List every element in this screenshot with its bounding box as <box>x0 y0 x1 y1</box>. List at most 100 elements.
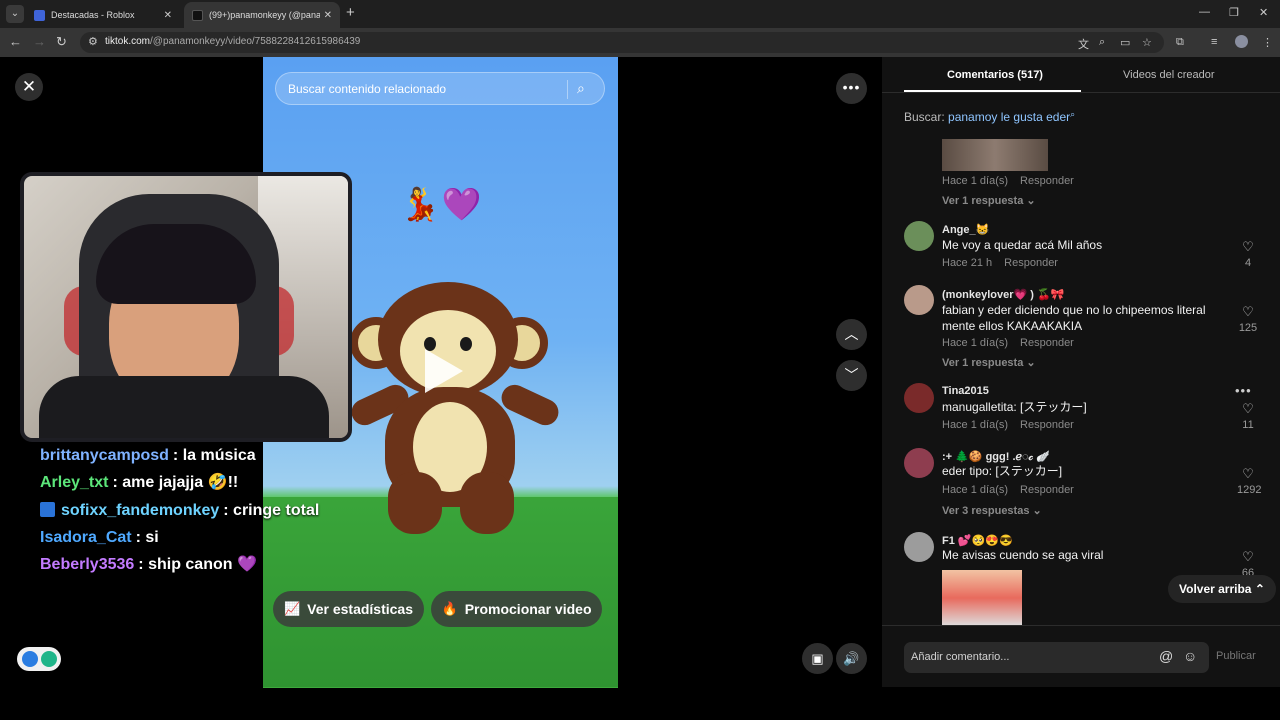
roblox-favicon-icon <box>34 9 45 21</box>
commenter-avatar[interactable] <box>904 221 934 251</box>
like-button[interactable]: ♡ 11 <box>1237 401 1259 431</box>
view-replies-link[interactable]: Ver 1 respuesta ⌄ <box>942 194 1036 207</box>
related-search-placeholder: Buscar contenido relacionado <box>288 82 447 96</box>
comment-gif-thumbnail[interactable] <box>942 570 1022 626</box>
reply-link[interactable]: Responder <box>1020 419 1074 431</box>
search-small-icon: ⌕ <box>1070 109 1076 119</box>
comment-more-icon[interactable]: ••• <box>1235 383 1252 398</box>
more-options-icon[interactable]: ••• <box>836 73 867 104</box>
mention-at-icon[interactable]: @ <box>1159 648 1173 664</box>
commenter-name[interactable]: (monkeylover💗 ) 🍒🎀 <box>942 288 1064 301</box>
reply-link[interactable]: Responder <box>1004 257 1058 269</box>
divider <box>882 625 1280 626</box>
extension-power-icon[interactable] <box>41 651 57 667</box>
video-emoji-overlay: 💃💜 <box>400 186 484 222</box>
reply-link[interactable]: Responder <box>1020 484 1074 496</box>
chat-text: : ship canon 💜 <box>138 556 257 573</box>
tab-title: (99+)panamonkeyy (@panamonkeyy) <box>209 10 320 20</box>
like-button[interactable]: ♡ 66 <box>1237 549 1259 575</box>
commenter-name[interactable]: Tina2015 <box>942 385 989 397</box>
view-stats-button[interactable]: 📈 Ver estadísticas <box>273 591 424 627</box>
heart-icon: ♡ <box>1242 549 1254 564</box>
search-icon[interactable]: ⌕ <box>577 80 585 97</box>
close-video-icon[interactable]: ✕ <box>15 73 43 101</box>
webcam-person-shirt <box>39 376 329 438</box>
zoom-icon[interactable]: ⌕ <box>1099 36 1105 49</box>
chat-message: Isadora_Cat: si <box>40 524 330 551</box>
reply-link[interactable]: Responder <box>1020 175 1074 187</box>
like-button[interactable]: ♡ 4 <box>1237 239 1259 269</box>
comment-input[interactable]: Añadir comentario... @ ☺ <box>904 642 1209 673</box>
browser-tab-roblox[interactable]: Destacadas - Roblox ✕ <box>26 2 180 28</box>
commenter-avatar[interactable] <box>904 383 934 413</box>
play-icon[interactable] <box>425 349 463 393</box>
extension-play-icon[interactable] <box>22 651 38 667</box>
chat-username: Isadora_Cat <box>40 529 132 546</box>
like-button[interactable]: ♡ 1292 <box>1237 466 1261 496</box>
address-bar[interactable]: ⚙ tiktok.com/@panamonkeyy/video/75882284… <box>80 32 1164 53</box>
browser-menu-icon[interactable]: ⋮ <box>1262 36 1273 49</box>
extension-widget[interactable] <box>17 647 61 671</box>
browser-tab-tiktok[interactable]: (99+)panamonkeyy (@panamonkeyy) ✕ <box>184 2 340 28</box>
comment-time: Hace 1 día(s) <box>942 337 1009 349</box>
publish-button[interactable]: Publicar <box>1216 650 1256 662</box>
tab-creator-videos[interactable]: Videos del creador <box>1123 69 1215 81</box>
comment-search-suggestion[interactable]: Buscar: panamoy le gusta eder⌕ <box>904 109 1075 124</box>
commenter-name[interactable]: F1 💕🥺😍😎 <box>942 534 1013 547</box>
like-count: 125 <box>1238 322 1258 334</box>
commenter-avatar[interactable] <box>904 448 934 478</box>
extensions-puzzle-icon[interactable]: ⧉ <box>1176 36 1184 49</box>
site-info-icon[interactable]: ⚙ <box>88 35 98 48</box>
heart-icon: ♡ <box>1242 239 1254 254</box>
commenter-avatar[interactable] <box>904 285 934 315</box>
media-control-icon[interactable]: ≡ <box>1211 36 1217 48</box>
tab-comments[interactable]: Comentarios (517) <box>947 69 1043 81</box>
back-to-top-button[interactable]: Volver arriba ⌃ <box>1168 575 1276 603</box>
profile-avatar-icon[interactable] <box>1235 35 1248 48</box>
chat-username: Beberly3536 <box>40 556 135 573</box>
heart-icon: ♡ <box>1242 466 1254 481</box>
next-video-chevron-down-icon[interactable]: ﹀ <box>836 360 867 391</box>
commenter-avatar[interactable] <box>904 532 934 562</box>
comment-time: Hace 1 día(s) <box>942 484 1009 496</box>
comment-input-placeholder: Añadir comentario... <box>911 651 1010 663</box>
emoji-icon[interactable]: ☺ <box>1183 648 1197 664</box>
translate-icon[interactable]: 文 <box>1078 36 1089 52</box>
comment-text: Me avisas cuendo se aga viral <box>942 548 1104 562</box>
reload-icon[interactable]: ↻ <box>56 34 67 50</box>
search-term-link[interactable]: panamoy le gusta eder <box>948 110 1070 124</box>
tiktok-favicon-icon <box>192 9 203 21</box>
install-app-icon[interactable]: ▭ <box>1120 36 1130 49</box>
floating-player-icon[interactable]: ▣ <box>802 643 833 674</box>
view-replies-link[interactable]: Ver 1 respuesta ⌄ <box>942 356 1036 369</box>
related-search-box[interactable]: Buscar contenido relacionado ⌕ <box>275 72 605 105</box>
close-tab-icon[interactable]: ✕ <box>164 10 172 21</box>
chat-text: : cringe total <box>223 502 320 519</box>
like-count: 4 <box>1244 257 1252 269</box>
tab-list-chevron-icon[interactable]: ⌄ <box>6 5 24 23</box>
commenter-name[interactable]: :+ 🌲🍪 ggg! .ℯ◌𝒸 🪽 <box>942 450 1050 464</box>
close-tab-icon[interactable]: ✕ <box>324 10 332 21</box>
bookmark-star-icon[interactable]: ☆ <box>1142 36 1152 49</box>
back-arrow-icon[interactable]: ← <box>9 34 22 49</box>
like-button[interactable]: ♡ 125 <box>1237 304 1259 334</box>
forward-arrow-icon[interactable]: → <box>33 34 46 49</box>
new-tab-plus-icon[interactable]: + <box>346 5 355 21</box>
comment-image-thumbnail[interactable] <box>942 139 1048 171</box>
volume-icon[interactable]: 🔊 <box>836 643 867 674</box>
previous-video-chevron-up-icon[interactable]: ︿ <box>836 319 867 350</box>
reply-link[interactable]: Responder <box>1020 337 1074 349</box>
chat-text: : si <box>135 529 159 546</box>
double-chevron-up-icon: ⌃ <box>1254 582 1265 596</box>
minimize-icon[interactable]: — <box>1199 6 1210 18</box>
monkey-leg <box>460 472 514 534</box>
restore-icon[interactable]: ❐ <box>1229 6 1239 19</box>
tab-title: Destacadas - Roblox <box>51 10 135 20</box>
comment-time: Hace 1 día(s) <box>942 419 1009 431</box>
close-window-icon[interactable]: ✕ <box>1259 6 1268 19</box>
view-replies-link[interactable]: Ver 3 respuestas ⌄ <box>942 504 1042 517</box>
promote-video-button[interactable]: 🔥 Promocionar video <box>431 591 602 627</box>
chat-message: Arley_txt: ame jajajja 🤣!! <box>40 469 330 496</box>
commenter-name[interactable]: Ange_😸 <box>942 223 989 236</box>
comment-meta: Hace 1 día(s) Responder <box>942 419 1086 431</box>
